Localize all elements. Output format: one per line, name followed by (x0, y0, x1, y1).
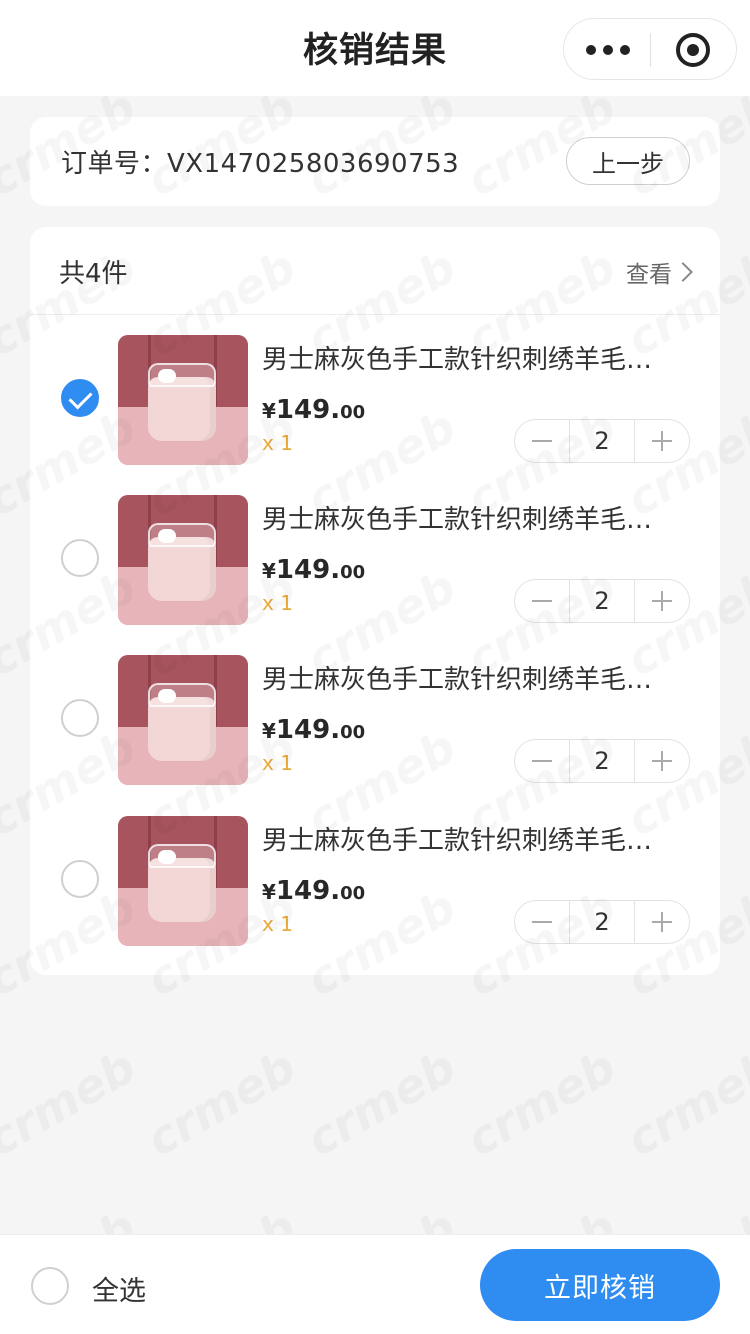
quantity-stepper: 2 (514, 579, 690, 623)
product-price: ¥149.00 (262, 876, 365, 906)
product-quantity: x 1 (262, 912, 293, 936)
plus-icon-v (661, 912, 663, 932)
watermark-text: crmeb (297, 1039, 464, 1167)
verify-now-button[interactable]: 立即核销 (480, 1249, 720, 1321)
product-name: 男士麻灰色手工款针织刺绣羊毛… (262, 826, 653, 856)
minus-button[interactable] (515, 900, 569, 944)
goods-row: 男士麻灰色手工款针织刺绣羊毛… ¥149.00 x 1 2 (30, 335, 720, 495)
quantity-value[interactable]: 2 (569, 419, 635, 463)
price-integer: 149. (275, 395, 341, 425)
plus-button[interactable] (635, 419, 689, 463)
quantity-stepper: 2 (514, 900, 690, 944)
product-quantity: x 1 (262, 591, 293, 615)
price-integer: 149. (275, 715, 341, 745)
goods-row: 男士麻灰色手工款针织刺绣羊毛… ¥149.00 x 1 2 (30, 655, 720, 815)
quantity-value[interactable]: 2 (569, 579, 635, 623)
minus-button[interactable] (515, 579, 569, 623)
currency-symbol: ¥ (262, 399, 276, 423)
select-all-label[interactable]: 全选 (92, 1269, 146, 1308)
goods-row: 男士麻灰色手工款针织刺绣羊毛… ¥149.00 x 1 2 (30, 816, 720, 976)
plus-icon-v (661, 431, 663, 451)
chevron-right-icon (673, 262, 693, 282)
quantity-stepper: 2 (514, 419, 690, 463)
quantity-value[interactable]: 2 (569, 900, 635, 944)
plus-button[interactable] (635, 900, 689, 944)
watermark-text: crmeb (297, 1199, 464, 1236)
minus-icon (532, 600, 552, 602)
product-image (118, 816, 248, 946)
unchecked-radio-icon[interactable] (61, 699, 99, 737)
price-decimal: 00 (340, 722, 366, 743)
product-name: 男士麻灰色手工款针织刺绣羊毛… (262, 505, 653, 535)
minus-icon (532, 760, 552, 762)
quantity-value[interactable]: 2 (569, 739, 635, 783)
view-label: 查看 (626, 262, 672, 288)
more-icon[interactable] (586, 19, 630, 81)
minus-icon (532, 921, 552, 923)
plus-button[interactable] (635, 579, 689, 623)
checked-radio-icon[interactable] (61, 379, 99, 417)
plus-icon-v (661, 751, 663, 771)
watermark-text: crmeb (0, 1199, 145, 1236)
select-all-radio[interactable] (31, 1267, 69, 1305)
goods-row: 男士麻灰色手工款针织刺绣羊毛… ¥149.00 x 1 2 (30, 495, 720, 655)
price-decimal: 00 (340, 883, 366, 904)
close-target-icon[interactable] (676, 33, 710, 67)
view-link[interactable]: 查看 (626, 255, 693, 289)
quantity-stepper: 2 (514, 739, 690, 783)
prev-step-button[interactable]: 上一步 (566, 137, 690, 185)
bottom-bar: 全选 立即核销 (0, 1234, 750, 1334)
minus-button[interactable] (515, 739, 569, 783)
watermark-text: crmeb (617, 1199, 750, 1236)
order-card: 订单号：VX147025803690753 上一步 (30, 117, 720, 206)
product-name: 男士麻灰色手工款针织刺绣羊毛… (262, 345, 653, 375)
price-integer: 149. (275, 555, 341, 585)
unchecked-radio-icon[interactable] (61, 539, 99, 577)
product-name: 男士麻灰色手工款针织刺绣羊毛… (262, 665, 653, 695)
total-count: 共4件 (59, 259, 128, 289)
watermark-text: crmeb (0, 1039, 145, 1167)
capsule-divider (650, 33, 651, 67)
price-integer: 149. (275, 876, 341, 906)
product-quantity: x 1 (262, 751, 293, 775)
watermark-text: crmeb (457, 1039, 624, 1167)
product-quantity: x 1 (262, 431, 293, 455)
order-number: 订单号：VX147025803690753 (61, 149, 460, 179)
product-image (118, 495, 248, 625)
product-image (118, 335, 248, 465)
watermark-text: crmeb (137, 1039, 304, 1167)
mini-program-capsule (563, 18, 737, 80)
plus-button[interactable] (635, 739, 689, 783)
minus-icon (532, 440, 552, 442)
currency-symbol: ¥ (262, 880, 276, 904)
unchecked-radio-icon[interactable] (61, 860, 99, 898)
goods-card: 共4件 查看 男士麻灰色手工款针织刺绣羊毛… ¥149.00 x 1 2 男士麻灰色手工… (30, 227, 720, 975)
watermark-text: crmeb (617, 1039, 750, 1167)
product-price: ¥149.00 (262, 715, 365, 745)
watermark-text: crmeb (457, 1199, 624, 1236)
price-decimal: 00 (340, 402, 366, 423)
currency-symbol: ¥ (262, 719, 276, 743)
watermark-text: crmeb (137, 1199, 304, 1236)
minus-button[interactable] (515, 419, 569, 463)
product-price: ¥149.00 (262, 555, 365, 585)
goods-header: 共4件 查看 (30, 227, 720, 315)
plus-icon-v (661, 591, 663, 611)
price-decimal: 00 (340, 562, 366, 583)
currency-symbol: ¥ (262, 559, 276, 583)
navbar: 核销结果 (0, 0, 750, 96)
product-price: ¥149.00 (262, 395, 365, 425)
product-image (118, 655, 248, 785)
